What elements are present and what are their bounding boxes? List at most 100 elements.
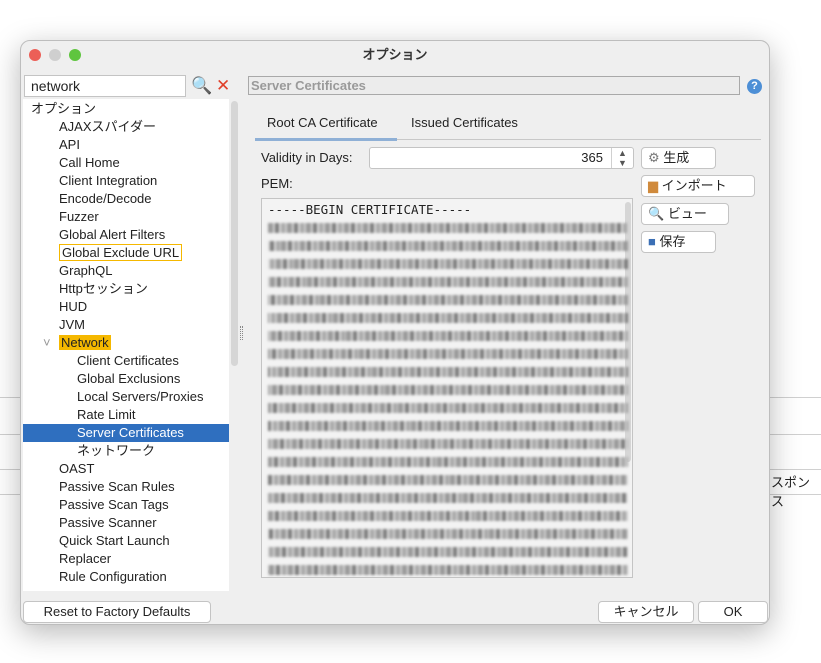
tree-item-label: Client Certificates (77, 353, 179, 368)
tree-item-label: Server Certificates (77, 425, 184, 440)
pem-textarea[interactable]: -----BEGIN CERTIFICATE----- (261, 198, 633, 578)
magnifier-icon: 🔍 (648, 206, 665, 221)
pem-line-redacted (268, 493, 628, 503)
tree-item-label: HUD (59, 299, 88, 314)
splitter-handle[interactable] (240, 326, 243, 340)
pem-label: PEM: (261, 176, 293, 191)
pem-line-redacted (268, 385, 628, 395)
pem-line-redacted (268, 475, 628, 485)
tree-item[interactable]: Client Certificates (77, 352, 179, 370)
title-bar: オプション (21, 41, 769, 69)
pem-line-redacted (268, 529, 628, 539)
tree-item-label: Passive Scan Tags (59, 497, 169, 512)
pem-line-redacted (268, 277, 628, 287)
pem-line-redacted (268, 367, 628, 377)
tree-item-label: JVM (59, 317, 85, 332)
gear-icon: ⚙ (648, 150, 660, 165)
options-tree: ˅オプションAJAXスパイダーAPICall HomeClient Integr… (23, 99, 229, 591)
tree-item[interactable]: Replacer (59, 550, 111, 568)
help-icon[interactable]: ? (747, 79, 762, 94)
tree-item[interactable]: ネットワーク (77, 442, 155, 460)
tree-scrollbar[interactable] (231, 101, 238, 366)
validity-days-spinner[interactable]: 365 ▲ ▼ (369, 147, 634, 169)
tree-item[interactable]: JVM (59, 316, 85, 334)
tree-item[interactable]: Local Servers/Proxies (77, 388, 203, 406)
folder-icon: ▆ (648, 178, 658, 193)
tree-item-label: API (59, 137, 80, 152)
tree-item-label: AJAXスパイダー (59, 119, 156, 134)
tree-item[interactable]: Quick Start Launch (59, 532, 170, 550)
generate-button[interactable]: ⚙ 生成 (641, 147, 716, 169)
spinner-arrows-icon[interactable]: ▲ ▼ (611, 148, 633, 168)
tree-item-label: Call Home (59, 155, 120, 170)
tree-item[interactable]: Httpセッション (59, 280, 148, 298)
tree-item[interactable]: Global Exclusions (77, 370, 180, 388)
tree-item-label: Quick Start Launch (59, 533, 170, 548)
tree-item[interactable]: GraphQL (59, 262, 112, 280)
tree-item-label: Client Integration (59, 173, 158, 188)
import-button[interactable]: ▆ インポート (641, 175, 755, 197)
tree-item[interactable]: ˅ Network (43, 334, 111, 352)
tree-item-label: Passive Scan Rules (59, 479, 175, 494)
pem-line-redacted (268, 349, 628, 359)
pem-line-redacted (268, 295, 628, 305)
pem-line-redacted (268, 565, 628, 575)
tab-issued-certificates[interactable]: Issued Certificates (411, 115, 518, 130)
tree-item[interactable]: Client Integration (59, 172, 157, 190)
tree-item-label: オプション (31, 101, 97, 116)
tree-item[interactable]: Encode/Decode (59, 190, 152, 208)
view-label: ビュー (667, 206, 707, 221)
tree-item-label: GraphQL (59, 263, 113, 278)
search-icon[interactable]: 🔍 (191, 76, 212, 96)
tree-item[interactable]: Rule Configuration (59, 568, 167, 586)
reset-defaults-button[interactable]: Reset to Factory Defaults (23, 601, 211, 623)
tree-item-label: Rule Configuration (59, 569, 167, 584)
save-button[interactable]: ■ 保存 (641, 231, 716, 253)
tree-item[interactable]: Global Exclude URL (59, 244, 183, 262)
tree-item-label: Encode/Decode (59, 191, 152, 206)
pem-line-redacted (268, 457, 628, 467)
floppy-disk-icon: ■ (648, 234, 656, 249)
tab-root-ca-certificate[interactable]: Root CA Certificate (267, 115, 378, 130)
tree-item[interactable]: Server Certificates (23, 424, 229, 442)
tree-item[interactable]: Rate Limit (77, 406, 136, 424)
tree-item[interactable]: API (59, 136, 80, 154)
tree-item-label: Global Exclude URL (59, 244, 183, 261)
tree-item[interactable]: Passive Scan Rules (59, 478, 175, 496)
clear-search-icon[interactable]: ✕ (216, 76, 230, 96)
minimize-window-button[interactable] (49, 49, 61, 61)
ok-button[interactable]: OK (698, 601, 768, 623)
tree-item-label: Global Alert Filters (59, 227, 166, 242)
tree-item-label: Passive Scanner (59, 515, 157, 530)
tree-item-label: Global Exclusions (77, 371, 181, 386)
tree-item[interactable]: OAST (59, 460, 94, 478)
tree-item[interactable]: Passive Scanner (59, 514, 157, 532)
tree-item[interactable]: ˅オプション (31, 100, 96, 118)
close-window-button[interactable] (29, 49, 41, 61)
zoom-window-button[interactable] (69, 49, 81, 61)
tree-item[interactable]: Call Home (59, 154, 120, 172)
tree-item-label: Replacer (59, 551, 112, 566)
tree-item[interactable]: Fuzzer (59, 208, 99, 226)
options-search-input[interactable]: network (24, 75, 186, 97)
view-button[interactable]: 🔍 ビュー (641, 203, 729, 225)
tree-item[interactable]: HUD (59, 298, 87, 316)
tree-item[interactable]: Global Alert Filters (59, 226, 165, 244)
tree-item[interactable]: AJAXスパイダー (59, 118, 156, 136)
pem-line-redacted (268, 223, 628, 233)
cancel-button[interactable]: キャンセル (598, 601, 694, 623)
generate-label: 生成 (663, 150, 690, 165)
tree-item[interactable]: Passive Scan Tags (59, 496, 169, 514)
tree-item-label: Local Servers/Proxies (77, 389, 204, 404)
validity-label: Validity in Days: (261, 150, 353, 165)
pem-line-redacted (268, 403, 628, 413)
tree-item-label: Rate Limit (77, 407, 136, 422)
pem-line-redacted (268, 241, 628, 251)
save-label: 保存 (659, 234, 686, 249)
validity-value[interactable]: 365 (581, 150, 603, 165)
tree-item-label: Httpセッション (59, 281, 148, 296)
tree-item-label: ネットワーク (77, 443, 156, 458)
panel-header: Server Certificates (248, 76, 740, 95)
pem-line-redacted (268, 421, 628, 431)
expand-chevron-icon[interactable]: ˅ (43, 334, 51, 352)
